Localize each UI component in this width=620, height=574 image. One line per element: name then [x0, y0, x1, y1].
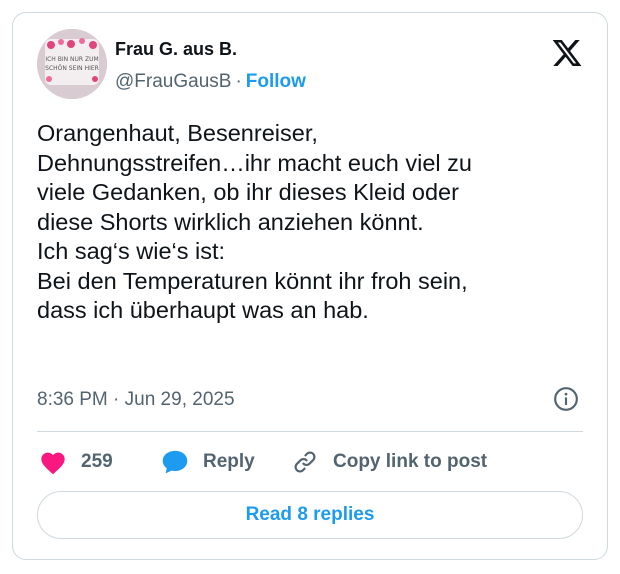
follow-button[interactable]: Follow — [246, 71, 306, 92]
x-logo-icon[interactable] — [551, 37, 583, 69]
tweet-line: dass ich überhaupt was an hab. — [37, 297, 369, 323]
reply-label: Reply — [203, 451, 255, 472]
svg-text:ICH BIN NUR ZUM: ICH BIN NUR ZUM — [45, 56, 98, 63]
separator-dot: · — [235, 71, 242, 92]
tweet-card: ICH BIN NUR ZUM SCHÖN SEIN HIER Frau G. … — [12, 12, 608, 560]
tweet-line: diese Shorts wirklich anziehen könnt. — [37, 208, 424, 235]
author-handle[interactable]: @FrauGausB — [115, 71, 231, 92]
avatar[interactable]: ICH BIN NUR ZUM SCHÖN SEIN HIER — [37, 29, 107, 99]
tweet-line: Bei den Temperaturen könnt ihr froh sein… — [37, 267, 468, 294]
info-icon[interactable] — [553, 386, 579, 412]
like-count: 259 — [81, 451, 113, 472]
copy-link-button[interactable]: Copy link to post — [291, 447, 487, 477]
divider — [37, 431, 583, 432]
svg-text:SCHÖN SEIN HIER: SCHÖN SEIN HIER — [45, 65, 99, 72]
speech-bubble-icon — [162, 450, 188, 474]
tweet-line: Orangenhaut, Besenreiser, — [37, 120, 318, 146]
heart-icon — [41, 452, 65, 475]
author-handle-row: @FrauGausB · Follow — [115, 71, 306, 93]
tweet-line: viele Gedanken, ob ihr dieses Kleid oder — [37, 179, 459, 205]
reply-button[interactable]: Reply — [161, 447, 255, 477]
tweet-text: Orangenhaut, Besenreiser, Dehnungsstreif… — [37, 119, 593, 326]
copy-link-label: Copy link to post — [333, 451, 488, 472]
like-button[interactable]: 259 — [39, 447, 113, 477]
author-display-name[interactable]: Frau G. aus B. — [115, 39, 237, 60]
read-replies-button[interactable]: Read 8 replies — [37, 491, 583, 539]
link-icon — [294, 451, 316, 473]
tweet-line: Ich sag‘s wie‘s ist: — [37, 238, 226, 264]
read-replies-label: Read 8 replies — [245, 504, 375, 525]
avatar-image: ICH BIN NUR ZUM SCHÖN SEIN HIER — [37, 29, 107, 99]
tweet-timestamp[interactable]: 8:36 PM · Jun 29, 2025 — [37, 389, 235, 411]
tweet-line: Dehnungsstreifen…ihr macht euch viel zu — [37, 149, 472, 176]
